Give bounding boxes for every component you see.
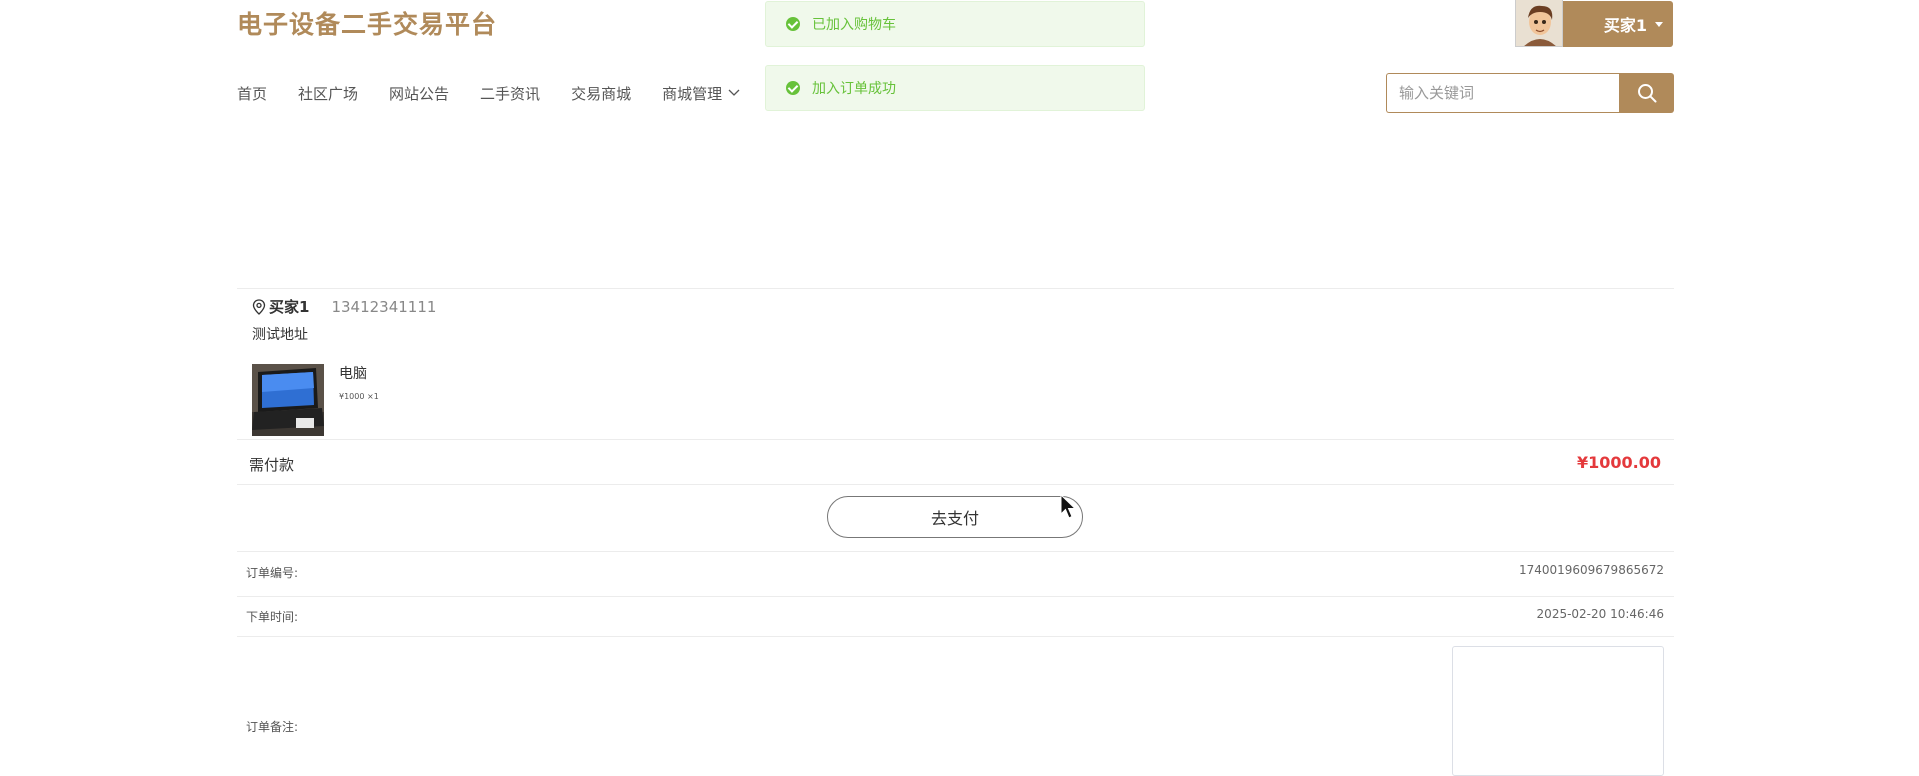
avatar: [1515, 0, 1563, 47]
divider: [237, 636, 1674, 637]
user-menu[interactable]: 买家1: [1515, 0, 1673, 47]
payment-amount: ¥1000.00: [1576, 453, 1661, 472]
toast-added-to-cart: 已加入购物车: [765, 1, 1145, 47]
order-time-value: 2025-02-20 10:46:46: [1536, 607, 1664, 621]
search-input[interactable]: [1386, 73, 1619, 113]
pay-button[interactable]: 去支付: [827, 496, 1083, 538]
caret-down-icon: [1655, 21, 1663, 27]
toast-message: 加入订单成功: [812, 81, 896, 97]
location-icon: [252, 298, 266, 315]
recipient-name: 买家1: [269, 298, 310, 316]
main-nav: 首页 社区广场 网站公告 二手资讯 交易商城 商城管理: [237, 80, 740, 106]
recipient-phone: 13412341111: [331, 297, 437, 316]
product-price-quantity: ¥1000 ×1: [339, 392, 379, 401]
recipient-address: 测试地址: [252, 327, 308, 343]
product-name: 电脑: [339, 366, 367, 382]
order-remark-input[interactable]: [1452, 646, 1664, 776]
toast-order-success: 加入订单成功: [765, 65, 1145, 111]
nav-item-news[interactable]: 二手资讯: [480, 83, 540, 104]
check-circle-icon: [786, 17, 800, 31]
check-circle-icon: [786, 81, 800, 95]
divider: [237, 596, 1674, 597]
divider: [237, 484, 1674, 485]
nav-item-mall-management[interactable]: 商城管理: [662, 83, 740, 104]
nav-item-announcements[interactable]: 网站公告: [389, 83, 449, 104]
product-image: [252, 364, 324, 436]
search-button[interactable]: [1619, 73, 1674, 113]
toast-message: 已加入购物车: [812, 17, 896, 33]
order-number-value: 1740019609679865672: [1518, 563, 1664, 577]
payment-label: 需付款: [249, 456, 295, 474]
user-name: 买家1: [1603, 16, 1647, 35]
search-icon: [1637, 84, 1656, 103]
nav-dropdown-label: 商城管理: [662, 84, 723, 103]
nav-item-mall[interactable]: 交易商城: [571, 83, 631, 104]
divider: [237, 551, 1674, 552]
nav-item-community[interactable]: 社区广场: [298, 83, 358, 104]
site-title: 电子设备二手交易平台: [237, 10, 498, 39]
chevron-down-icon: [728, 89, 740, 96]
shipping-address-header: 买家1 13412341111: [252, 296, 436, 317]
order-number-label: 订单编号:: [246, 566, 299, 580]
divider: [237, 439, 1674, 440]
mouse-cursor-icon: [1060, 494, 1077, 519]
order-time-label: 下单时间:: [246, 610, 299, 624]
order-remark-label: 订单备注:: [246, 720, 299, 734]
divider: [237, 288, 1674, 289]
nav-item-home[interactable]: 首页: [237, 83, 267, 104]
